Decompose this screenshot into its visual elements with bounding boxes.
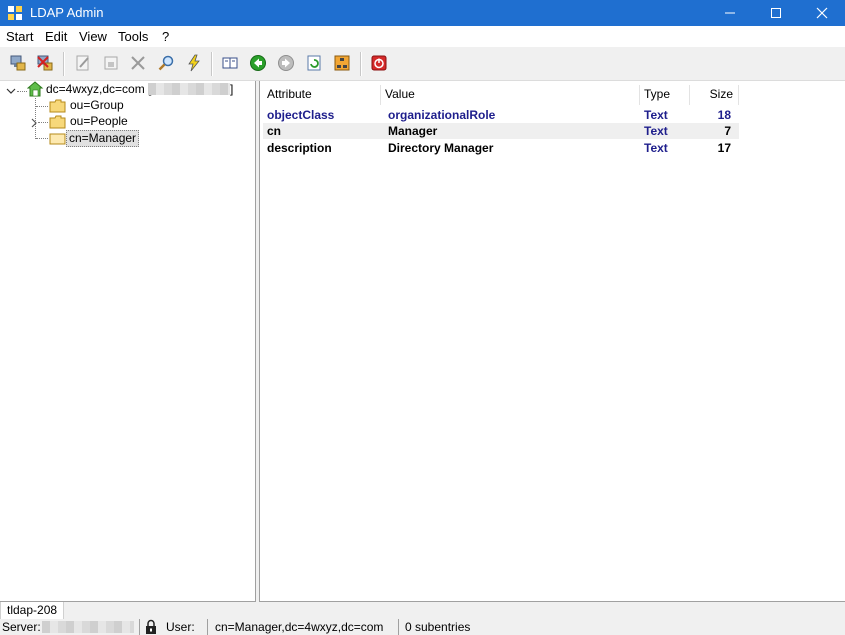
toolbar-separator (63, 52, 65, 76)
menu-help[interactable]: ? (162, 29, 169, 44)
tree-node-label: ou=Group (70, 98, 124, 112)
properties-icon (104, 56, 118, 70)
server-label: Server: (2, 620, 41, 634)
cell-value: organizationalRole (388, 108, 496, 122)
tree-root-suffix: ] (230, 82, 234, 96)
refresh-icon (307, 55, 321, 71)
column-header-size[interactable]: Size (690, 85, 739, 105)
connect-button[interactable] (8, 53, 28, 73)
delete-button[interactable] (128, 53, 148, 73)
connection-tabs: tldap-208 (0, 602, 845, 620)
menu-edit[interactable]: Edit (45, 29, 67, 44)
folder-icon (49, 99, 66, 113)
grid-header: Attribute Value Type Size (263, 85, 739, 105)
tab-connection[interactable]: tldap-208 (0, 602, 65, 620)
schema-book-icon (222, 57, 238, 69)
back-icon (250, 55, 266, 71)
column-header-type[interactable]: Type (640, 85, 690, 105)
status-bar: Server: User: cn=Manager,dc=4wxyz,dc=com… (0, 619, 845, 635)
attribute-grid[interactable]: Attribute Value Type Size objectClass or… (259, 81, 845, 602)
tree-connector (17, 91, 27, 92)
table-row[interactable]: cn Manager Text 7 (263, 123, 739, 139)
column-header-value[interactable]: Value (381, 85, 640, 105)
properties-button[interactable] (101, 53, 121, 73)
exit-icon (371, 55, 387, 71)
minimize-button[interactable] (707, 0, 753, 26)
cell-attribute: objectClass (267, 108, 335, 122)
folder-icon (49, 115, 66, 129)
connect-icon (10, 55, 26, 71)
cell-attribute: cn (267, 124, 282, 138)
toolbar-separator (360, 52, 362, 76)
ldif-icon (334, 55, 350, 71)
cell-size: 7 (724, 124, 731, 138)
cell-type: Text (644, 108, 668, 122)
refresh-button[interactable] (304, 53, 324, 73)
chevron-down-icon[interactable] (6, 86, 16, 96)
table-row[interactable]: description Directory Manager Text 17 (263, 140, 739, 156)
search-icon (158, 55, 174, 71)
cell-value: Manager (388, 124, 438, 138)
cell-size: 17 (717, 141, 731, 155)
column-header-attribute[interactable]: Attribute (263, 85, 381, 105)
maximize-button[interactable] (753, 0, 799, 26)
maximize-icon (771, 8, 781, 18)
status-separator (398, 619, 399, 635)
status-separator (207, 619, 208, 635)
edit-icon (76, 55, 89, 71)
exit-button[interactable] (369, 53, 389, 73)
edit-entry-button[interactable] (73, 53, 93, 73)
cell-type: Text (644, 124, 668, 138)
ldif-button[interactable] (332, 53, 352, 73)
tree-node-label: cn=Manager (66, 130, 140, 147)
minimize-icon (725, 12, 735, 14)
directory-tree[interactable]: dc=4wxyz,dc=com [ ] .blur[data-name="red… (0, 81, 256, 602)
redacted-server (42, 621, 134, 633)
table-row[interactable]: objectClass organizationalRole Text 18 (263, 107, 739, 123)
app-icon (8, 6, 22, 20)
cell-value: Directory Manager (388, 141, 494, 155)
user-label: User: (166, 620, 195, 634)
menu-view[interactable]: View (79, 29, 107, 44)
status-separator (139, 619, 140, 635)
toolbar-separator (211, 52, 213, 76)
search-button[interactable] (156, 53, 176, 73)
forward-button[interactable] (276, 53, 296, 73)
subentries-count: 0 subentries (405, 620, 471, 634)
lock-icon (146, 619, 156, 634)
menu-bar: Start Edit View Tools ? (0, 26, 845, 47)
close-button[interactable] (799, 0, 845, 26)
menu-start[interactable]: Start (6, 29, 33, 44)
disconnect-icon (37, 55, 53, 71)
back-button[interactable] (248, 53, 268, 73)
tree-connector (36, 106, 48, 107)
title-bar: LDAP Admin (0, 0, 845, 26)
cell-attribute: description (267, 141, 332, 155)
current-dn: cn=Manager,dc=4wxyz,dc=com (215, 620, 384, 634)
delete-icon (131, 56, 145, 70)
close-icon (816, 7, 828, 19)
toolbar (0, 47, 845, 81)
menu-tools[interactable]: Tools (118, 29, 148, 44)
folder-icon (49, 133, 66, 145)
chevron-right-icon[interactable] (30, 118, 38, 128)
cell-size: 18 (717, 108, 731, 122)
tree-root-label: dc=4wxyz,dc=com [ (46, 82, 152, 96)
tree-node-label: ou=People (70, 114, 128, 128)
schema-button[interactable] (220, 53, 240, 73)
server-root-icon (27, 81, 44, 97)
tree-connector (36, 138, 48, 139)
window-title: LDAP Admin (30, 5, 104, 20)
cell-type: Text (644, 141, 668, 155)
tree-connector (38, 122, 48, 123)
lightning-icon (188, 54, 200, 72)
redacted-host (148, 83, 230, 95)
forward-icon (278, 55, 294, 71)
quick-search-button[interactable] (184, 53, 204, 73)
disconnect-button[interactable] (35, 53, 55, 73)
